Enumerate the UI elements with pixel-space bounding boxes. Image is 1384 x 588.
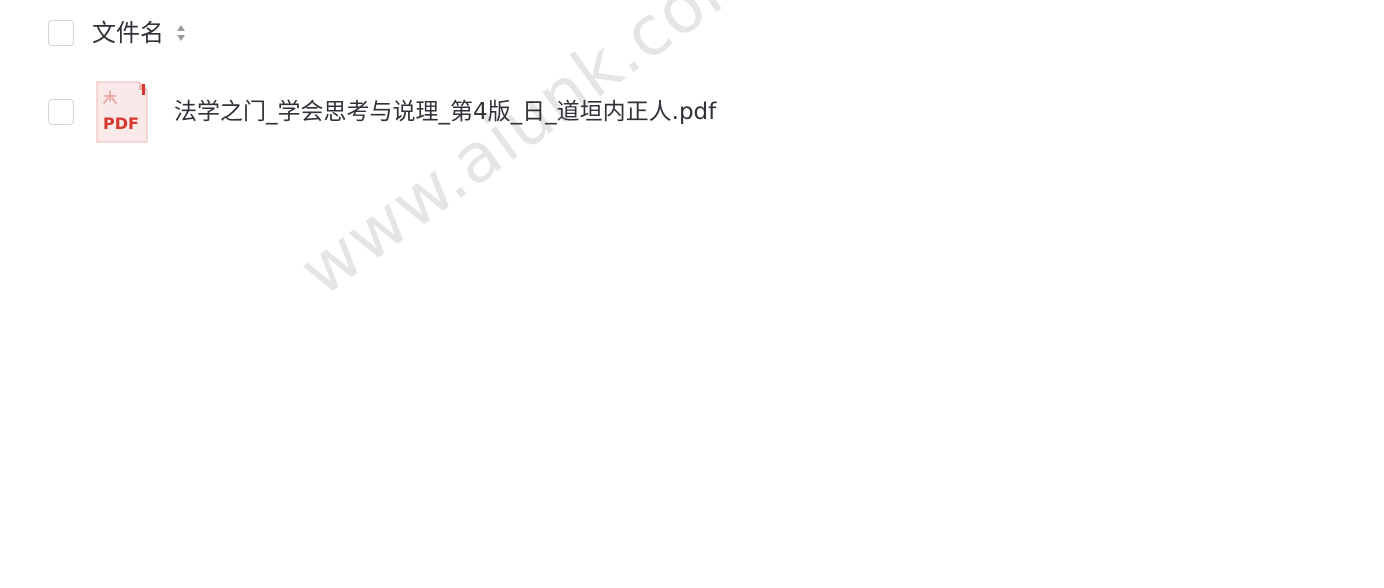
file-browser-page: www.aiunk.com 文件名 PDF 法学之门_学会思考与说理_第4版_日… [0, 0, 1384, 588]
svg-text:PDF: PDF [103, 114, 139, 133]
file-name-label[interactable]: 法学之门_学会思考与说理_第4版_日_道垣内正人.pdf [174, 100, 716, 124]
filename-column-header[interactable]: 文件名 [92, 21, 164, 45]
file-row-checkbox[interactable] [48, 99, 74, 125]
select-all-checkbox[interactable] [48, 20, 74, 46]
file-list-header: 文件名 [48, 14, 188, 52]
watermark-text: www.aiunk.com [286, 0, 776, 312]
sort-updown-icon[interactable] [174, 21, 188, 45]
file-row[interactable]: PDF 法学之门_学会思考与说理_第4版_日_道垣内正人.pdf [48, 80, 716, 144]
pdf-file-icon: PDF [96, 81, 148, 143]
